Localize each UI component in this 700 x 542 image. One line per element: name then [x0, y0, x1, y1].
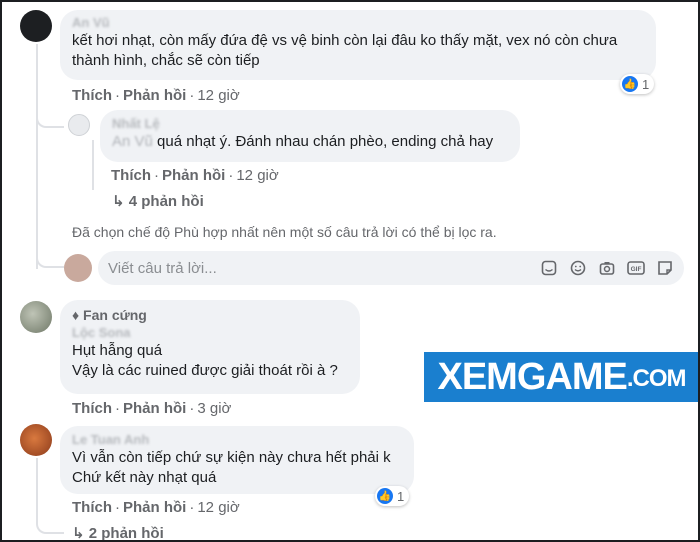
thread-connector: [36, 110, 64, 128]
like-button[interactable]: Thích: [72, 499, 112, 516]
reaction-summary[interactable]: 👍 1: [620, 74, 655, 94]
reply-button[interactable]: Phản hồi: [162, 167, 225, 184]
avatar[interactable]: [20, 301, 52, 333]
comment-actions: Thích · Phản hồi · 3 giờ: [72, 400, 232, 417]
reply-composer: GIF: [98, 251, 684, 285]
like-button[interactable]: Thích: [111, 167, 151, 184]
avatar[interactable]: [20, 10, 52, 42]
view-replies-link[interactable]: ↳ 4 phản hồi: [112, 192, 204, 210]
diamond-badge-icon: ♦: [72, 307, 80, 323]
view-replies-link[interactable]: ↳ 2 phản hồi: [72, 524, 164, 542]
comment-text: Hụt hẫng quá Vậy là các ruined được giải…: [72, 342, 338, 379]
comment-bubble: ♦ Fan cứng Lộc Sona Hụt hẫng quá Vậy là …: [60, 300, 360, 394]
avatar[interactable]: [68, 114, 90, 136]
comment-author[interactable]: An Vũ: [72, 14, 644, 31]
reply-button[interactable]: Phản hồi: [123, 87, 186, 104]
reply-button[interactable]: Phản hồi: [123, 400, 186, 417]
svg-text:GIF: GIF: [631, 266, 642, 273]
camera-icon[interactable]: [598, 259, 616, 277]
reply-arrow-icon: ↳: [112, 193, 125, 210]
xemgame-logo: XEMGAME .COM: [424, 352, 699, 402]
comment-author[interactable]: Lộc Sona: [72, 324, 348, 341]
avatar[interactable]: [20, 424, 52, 456]
reply-text: An Vũ quá nhạt ý. Đánh nhau chán phèo, e…: [112, 133, 494, 150]
like-icon: 👍: [622, 76, 638, 92]
reply-input[interactable]: [108, 259, 540, 277]
emoji-icon[interactable]: [569, 259, 587, 277]
like-icon: 👍: [377, 488, 393, 504]
timestamp[interactable]: 12 giờ: [236, 167, 278, 184]
thread-line: [36, 44, 38, 269]
reply-actions: Thích · Phản hồi · 12 giờ: [111, 167, 279, 184]
comment-actions: Thích · Phản hồi · 12 giờ: [72, 87, 240, 104]
timestamp[interactable]: 12 giờ: [197, 87, 239, 104]
sticker-icon[interactable]: [540, 259, 558, 277]
mention-tag[interactable]: An Vũ: [112, 133, 153, 150]
comment-actions: Thích · Phản hồi · 12 giờ: [72, 499, 240, 516]
reply-arrow-icon: ↳: [72, 525, 85, 542]
thread-connector: [36, 520, 64, 534]
reply-author[interactable]: Nhất Lệ: [112, 115, 508, 132]
gif-icon[interactable]: GIF: [627, 259, 645, 277]
like-button[interactable]: Thích: [72, 400, 112, 417]
comment-bubble: An Vũ kết hơi nhạt, còn mấy đứa đệ vs vệ…: [60, 10, 656, 80]
thread-line: [92, 140, 94, 190]
filter-notice: Đã chọn chế độ Phù hợp nhất nên một số c…: [72, 224, 497, 240]
thread-line: [36, 458, 38, 520]
timestamp[interactable]: 3 giờ: [197, 400, 231, 417]
comment-text: Vì vẫn còn tiếp chứ sự kiện này chưa hết…: [72, 449, 391, 486]
thread-connector: [36, 250, 64, 268]
reply-button[interactable]: Phản hồi: [123, 499, 186, 516]
like-button[interactable]: Thích: [72, 87, 112, 104]
top-fan-badge[interactable]: ♦ Fan cứng: [72, 306, 348, 324]
sticker-pack-icon[interactable]: [656, 259, 674, 277]
comment-bubble: Le Tuan Anh Vì vẫn còn tiếp chứ sự kiện …: [60, 426, 414, 494]
reaction-summary[interactable]: 👍 1: [375, 486, 410, 506]
timestamp[interactable]: 12 giờ: [197, 499, 239, 516]
avatar[interactable]: [64, 254, 92, 282]
comment-text: kết hơi nhạt, còn mấy đứa đệ vs vệ binh …: [72, 32, 618, 69]
reply-bubble: Nhất Lệ An Vũ quá nhạt ý. Đánh nhau chán…: [100, 110, 520, 162]
comment-author[interactable]: Le Tuan Anh: [72, 431, 402, 448]
